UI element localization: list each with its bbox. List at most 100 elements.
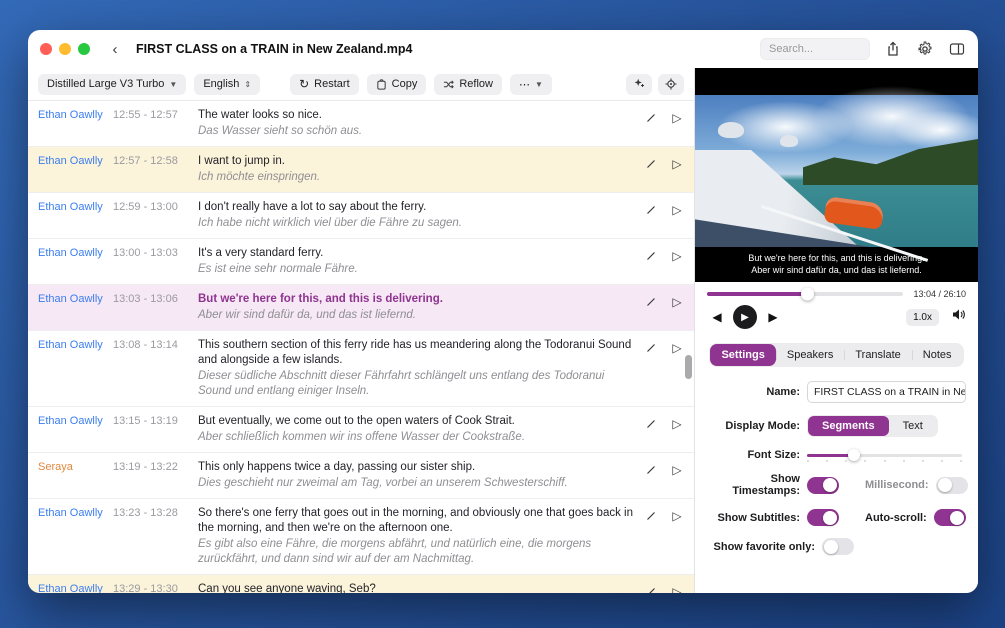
play-segment-button[interactable]: ▷ (670, 341, 684, 355)
millisecond-toggle[interactable] (936, 477, 968, 494)
play-segment-button[interactable]: ▷ (670, 203, 684, 217)
restart-button[interactable]: ↻ Restart (290, 74, 359, 95)
edit-segment-button[interactable] (644, 203, 658, 217)
display-mode-segmented: SegmentsText (807, 415, 938, 437)
speaker-name[interactable]: Ethan Oawlly (38, 154, 113, 167)
language-dropdown[interactable]: English ⇕ (194, 74, 260, 95)
play-segment-button[interactable]: ▷ (670, 463, 684, 477)
more-options-dropdown[interactable]: ⋯ ▼ (510, 74, 552, 95)
show-timestamps-toggle[interactable] (807, 477, 839, 494)
close-window-button[interactable] (40, 43, 52, 55)
play-outline-icon: ▷ (672, 509, 681, 523)
follow-playhead-button[interactable] (626, 74, 652, 95)
speaker-name[interactable]: Ethan Oawlly (38, 582, 113, 593)
transcript-row[interactable]: Ethan Oawlly 12:59 - 13:00 I don't reall… (28, 193, 694, 239)
show-timestamps-label: Show Timestamps: (707, 473, 807, 497)
edit-segment-button[interactable] (644, 341, 658, 355)
play-outline-icon: ▷ (672, 463, 681, 477)
tab-notes[interactable]: Notes (912, 344, 963, 366)
play-segment-button[interactable]: ▷ (670, 509, 684, 523)
transcript-row[interactable]: Ethan Oawlly 13:29 - 13:30 Can you see a… (28, 575, 694, 593)
name-input[interactable]: FIRST CLASS on a TRAIN in New Zealan (807, 381, 966, 403)
segment-translation: Es gibt also eine Fähre, die morgens abf… (198, 537, 634, 567)
zoom-window-button[interactable] (78, 43, 90, 55)
volume-button[interactable] (951, 307, 966, 327)
segment-translation: Dieser südliche Abschnitt dieser Fährfah… (198, 369, 634, 399)
video-frame (695, 95, 978, 247)
show-favorite-toggle[interactable] (822, 538, 854, 555)
play-segment-button[interactable]: ▷ (670, 295, 684, 309)
toggle-sidebar-button[interactable] (948, 40, 966, 58)
show-subtitles-toggle[interactable] (807, 509, 839, 526)
segment-text: So there's one ferry that goes out in th… (198, 506, 634, 536)
skip-forward-button[interactable]: ▶ (763, 310, 783, 324)
back-button[interactable]: ‹ (102, 38, 128, 60)
locate-current-button[interactable] (658, 74, 684, 95)
edit-segment-button[interactable] (644, 111, 658, 125)
transcript-row[interactable]: Ethan Oawlly 12:57 - 12:58 I want to jum… (28, 147, 694, 193)
playback-speed-button[interactable]: 1.0x (906, 309, 939, 326)
segment-timestamp: 13:08 - 13:14 (113, 338, 198, 351)
speaker-name[interactable]: Ethan Oawlly (38, 200, 113, 213)
model-dropdown[interactable]: Distilled Large V3 Turbo ▼ (38, 74, 186, 95)
copy-button[interactable]: Copy (367, 74, 427, 95)
title-bar: ‹ FIRST CLASS on a TRAIN in New Zealand.… (28, 30, 978, 68)
transcript-row[interactable]: Ethan Oawlly 12:55 - 12:57 The water loo… (28, 101, 694, 147)
play-segment-button[interactable]: ▷ (670, 111, 684, 125)
speaker-name[interactable]: Ethan Oawlly (38, 506, 113, 519)
edit-segment-button[interactable] (644, 157, 658, 171)
progress-bar[interactable] (707, 292, 903, 296)
search-input[interactable]: Search... (760, 38, 870, 60)
speaker-name[interactable]: Ethan Oawlly (38, 246, 113, 259)
show-subtitles-label: Show Subtitles: (707, 512, 807, 524)
edit-segment-button[interactable] (644, 463, 658, 477)
transcript-row[interactable]: Ethan Oawlly 13:00 - 13:03 It's a very s… (28, 239, 694, 285)
edit-segment-button[interactable] (644, 417, 658, 431)
play-outline-icon: ▷ (672, 203, 681, 217)
segment-text: The water looks so nice. (198, 108, 634, 123)
play-segment-button[interactable]: ▷ (670, 157, 684, 171)
tab-settings[interactable]: Settings (710, 344, 775, 366)
display-mode-segments[interactable]: Segments (808, 416, 889, 436)
display-mode-text[interactable]: Text (889, 416, 937, 436)
scrollbar-thumb[interactable] (685, 355, 692, 379)
minimize-window-button[interactable] (59, 43, 71, 55)
edit-segment-button[interactable] (644, 295, 658, 309)
font-size-slider[interactable] (807, 454, 962, 457)
play-pause-button[interactable]: ▶ (733, 305, 757, 329)
speaker-name[interactable]: Ethan Oawlly (38, 338, 113, 351)
app-window: ‹ FIRST CLASS on a TRAIN in New Zealand.… (28, 30, 978, 593)
reflow-button[interactable]: Reflow (434, 74, 502, 95)
transcript-row[interactable]: Ethan Oawlly 13:15 - 13:19 But eventuall… (28, 407, 694, 453)
speaker-name[interactable]: Ethan Oawlly (38, 414, 113, 427)
edit-segment-button[interactable] (644, 585, 658, 593)
edit-segment-button[interactable] (644, 249, 658, 263)
speaker-name[interactable]: Ethan Oawlly (38, 292, 113, 305)
transcript-row[interactable]: Ethan Oawlly 13:03 - 13:06 But we're her… (28, 285, 694, 331)
share-button[interactable] (884, 40, 902, 58)
segment-text: This only happens twice a day, passing o… (198, 460, 634, 475)
tab-translate[interactable]: Translate (844, 344, 911, 366)
tab-speakers[interactable]: Speakers (776, 344, 844, 366)
transcript-row[interactable]: Seraya 13:19 - 13:22 This only happens t… (28, 453, 694, 499)
skip-back-button[interactable]: ◀ (707, 310, 727, 324)
speaker-name[interactable]: Seraya (38, 460, 113, 473)
edit-segment-button[interactable] (644, 509, 658, 523)
autoscroll-toggle[interactable] (934, 509, 966, 526)
transcript-list: Ethan Oawlly 12:55 - 12:57 The water loo… (28, 100, 694, 593)
transcript-row[interactable]: Ethan Oawlly 13:23 - 13:28 So there's on… (28, 499, 694, 575)
play-outline-icon: ▷ (672, 295, 681, 309)
progress-thumb[interactable] (801, 288, 814, 301)
play-outline-icon: ▷ (672, 417, 681, 431)
transcript-row[interactable]: Ethan Oawlly 13:08 - 13:14 This southern… (28, 331, 694, 407)
settings-form: Name: FIRST CLASS on a TRAIN in New Zeal… (695, 371, 978, 593)
autoscroll-label: Auto-scroll: (865, 512, 927, 524)
play-segment-button[interactable]: ▷ (670, 417, 684, 431)
play-segment-button[interactable]: ▷ (670, 249, 684, 263)
pencil-icon (645, 342, 657, 354)
playback-controls: 13:04 / 26:10 ◀ ▶ ▶ 1.0x (695, 282, 978, 333)
video-player[interactable]: But we're here for this, and this is del… (695, 68, 978, 282)
settings-button[interactable] (916, 40, 934, 58)
play-segment-button[interactable]: ▷ (670, 585, 684, 593)
speaker-name[interactable]: Ethan Oawlly (38, 108, 113, 121)
